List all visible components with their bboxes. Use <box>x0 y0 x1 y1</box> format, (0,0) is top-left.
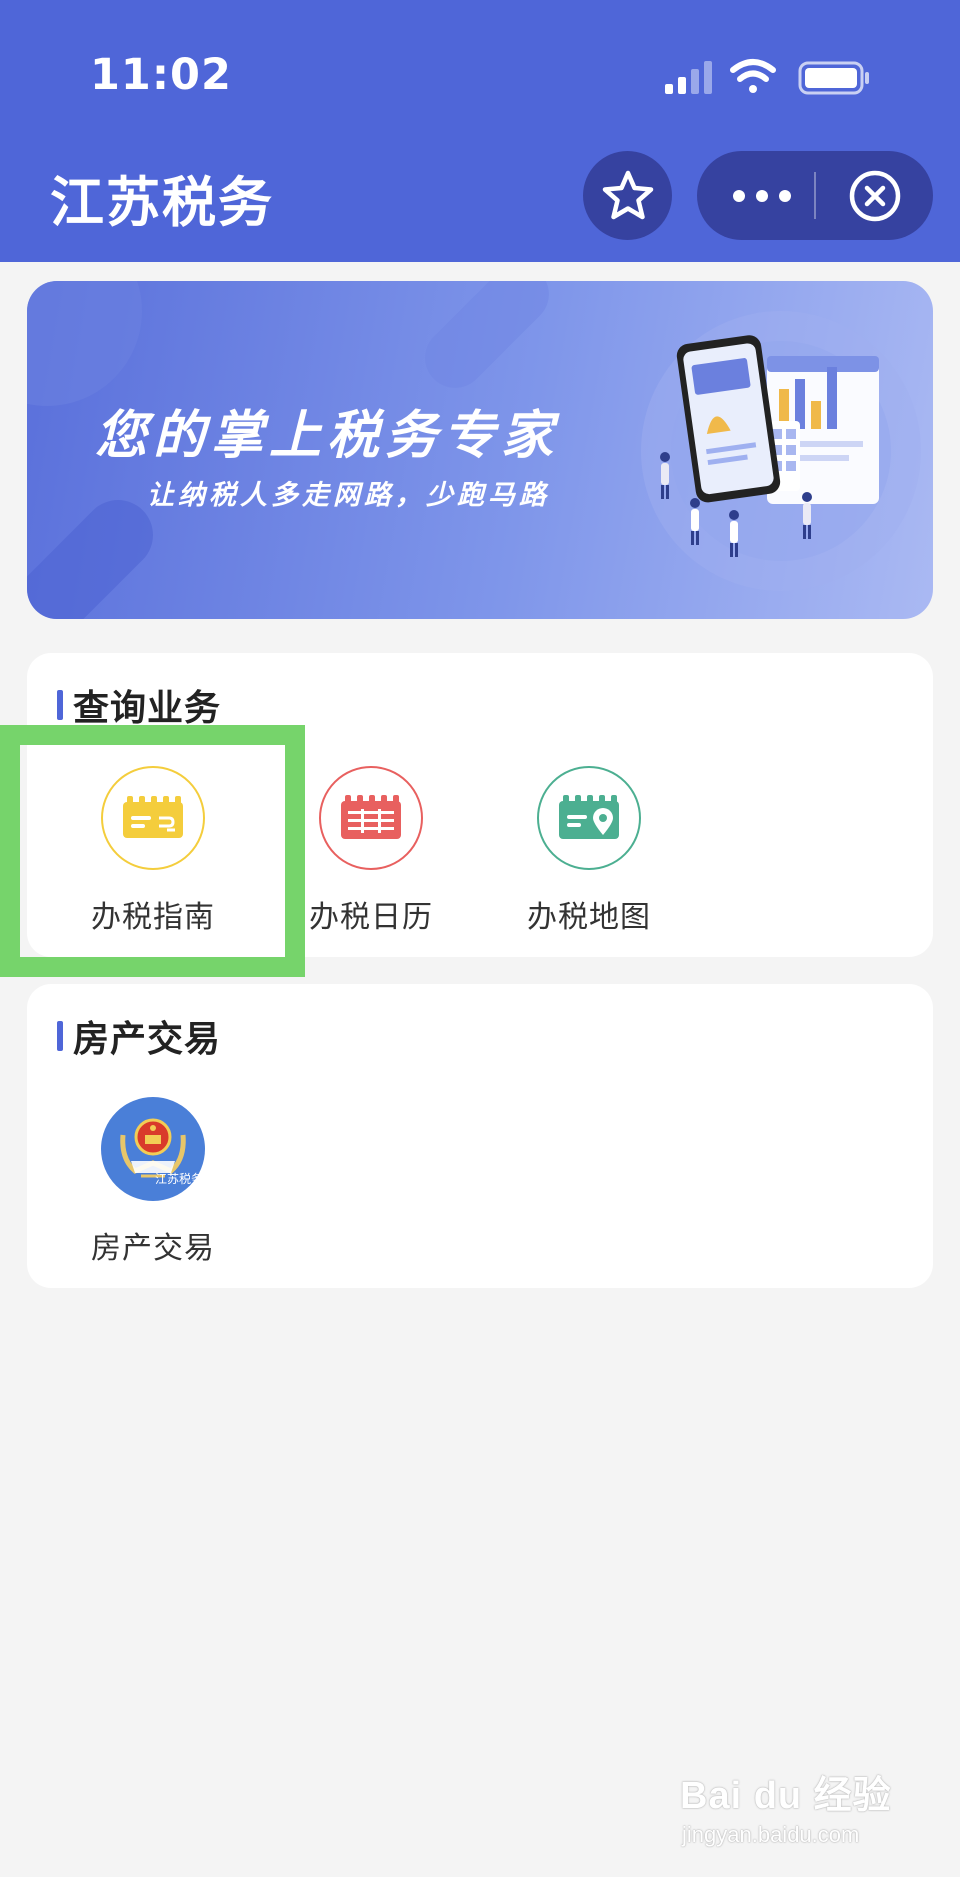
cellular-signal-icon <box>665 61 712 94</box>
tile-label: 办税指南 <box>91 900 215 935</box>
capsule-menu <box>697 151 933 240</box>
capsule-divider <box>814 172 816 219</box>
status-time: 11:02 <box>90 50 232 100</box>
tile-tax-map[interactable]: 办税地图 <box>489 766 689 946</box>
section-accent-bar <box>57 1021 63 1051</box>
section-header-query: 查询业务 <box>57 683 221 729</box>
banner-title: 您的掌上税务专家 <box>95 406 560 466</box>
watermark-logo-text: Bai du 经验 <box>680 1775 892 1817</box>
section-title-query: 查询业务 <box>73 688 222 729</box>
section-header-house: 房产交易 <box>57 1014 221 1060</box>
wifi-icon <box>730 59 776 93</box>
close-button[interactable] <box>835 151 915 240</box>
section-title-house: 房产交易 <box>73 1019 222 1060</box>
tile-label: 办税地图 <box>527 900 651 935</box>
app-title: 江苏税务 <box>50 171 274 234</box>
baidu-watermark: Bai du 经验 jingyan.baidu.com <box>680 1764 910 1859</box>
query-services-card: 查询业务 办税指南 办税日历 办税地图 <box>27 653 933 957</box>
property-transaction-card: 房产交易 房产交易 江苏税务 <box>27 984 933 1288</box>
favorite-button[interactable] <box>583 151 672 240</box>
promo-banner[interactable]: 您的掌上税务专家 让纳税人多走网路，少跑马路 <box>27 281 933 619</box>
close-icon <box>849 170 901 221</box>
status-icons <box>665 59 869 95</box>
tax-guide-icon <box>101 766 205 870</box>
tile-property-transaction[interactable]: 房产交易 <box>53 1097 253 1277</box>
tax-map-icon <box>537 766 641 870</box>
banner-subtitle: 让纳税人多走网路，少跑马路 <box>147 480 550 511</box>
star-icon <box>602 170 653 219</box>
section-accent-bar <box>57 690 63 720</box>
tile-label: 办税日历 <box>309 900 433 935</box>
tile-tax-guide[interactable]: 办税指南 <box>53 766 253 946</box>
watermark-url: jingyan.baidu.com <box>682 1822 860 1847</box>
tile-tax-calendar[interactable]: 办税日历 <box>271 766 471 946</box>
tax-calendar-icon <box>319 766 423 870</box>
more-icon <box>733 189 791 202</box>
top-bar: 11:02 江苏税务 <box>0 0 960 262</box>
battery-icon <box>798 61 869 95</box>
emblem-caption: 江苏税务 <box>154 1172 203 1186</box>
more-button[interactable] <box>722 151 802 240</box>
tile-label: 房产交易 <box>91 1231 215 1266</box>
